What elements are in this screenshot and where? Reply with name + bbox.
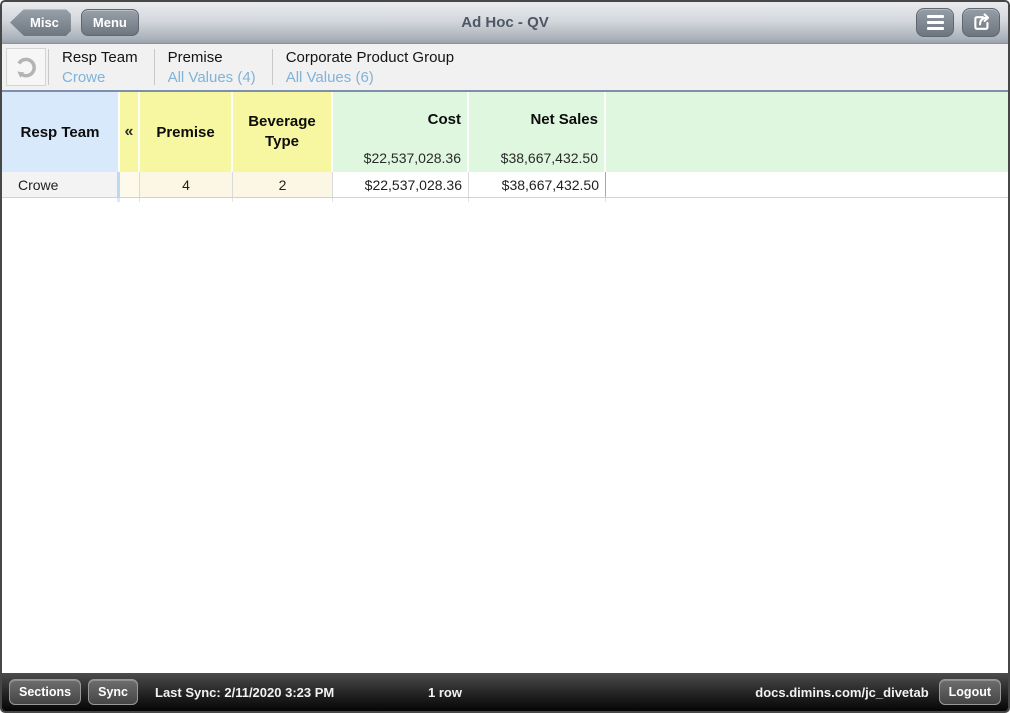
filter-value-link[interactable]: All Values (4): [168, 68, 256, 88]
column-header-resp-team[interactable]: Resp Team: [2, 92, 120, 172]
filter-premise[interactable]: Premise All Values (4): [155, 44, 272, 90]
sections-button[interactable]: Sections: [9, 679, 81, 706]
sync-button-label: Sync: [98, 685, 128, 699]
cost-total-value: $22,537,028.36: [364, 150, 461, 166]
top-toolbar: Misc Menu Ad Hoc - QV: [2, 2, 1008, 44]
filter-corporate-product-group[interactable]: Corporate Product Group All Values (6): [273, 44, 470, 90]
bottom-right-group: docs.dimins.com/jc_divetab Logout: [755, 679, 1001, 706]
table-header-row: Resp Team « Premise Beverage Type Cost $…: [2, 92, 1008, 172]
share-export-icon: [970, 11, 993, 34]
filter-label: Premise: [168, 48, 256, 68]
filter-value-link[interactable]: All Values (6): [286, 68, 454, 88]
page-title: Ad Hoc - QV: [2, 14, 1008, 31]
filter-bar: Resp Team Crowe Premise All Values (4) C…: [2, 44, 1008, 90]
hamburger-menu-icon: [927, 14, 944, 32]
misc-back-button-label: Misc: [30, 15, 59, 30]
bottom-status-bar: Sections Sync Last Sync: 2/11/2020 3:23 …: [2, 673, 1008, 711]
collapse-columns-button[interactable]: «: [120, 92, 140, 172]
refresh-button[interactable]: [6, 48, 46, 86]
column-header-premise[interactable]: Premise: [140, 92, 233, 172]
column-header-cost[interactable]: Cost $22,537,028.36: [333, 92, 469, 172]
misc-back-button[interactable]: Misc: [10, 9, 71, 36]
menu-button-label: Menu: [93, 15, 127, 30]
row-count: 1 row: [428, 685, 462, 700]
filter-value-link[interactable]: Crowe: [62, 68, 138, 88]
logout-button[interactable]: Logout: [939, 679, 1001, 706]
cell-premise: 4: [140, 172, 233, 197]
net-sales-total-value: $38,667,432.50: [501, 150, 598, 166]
logout-button-label: Logout: [949, 685, 991, 699]
column-header-net-sales-label: Net Sales: [530, 111, 598, 128]
column-header-net-sales[interactable]: Net Sales $38,667,432.50: [469, 92, 606, 172]
menu-button[interactable]: Menu: [81, 9, 139, 36]
cell-beverage-type: 2: [233, 172, 333, 197]
app-window: Misc Menu Ad Hoc - QV: [0, 0, 1010, 713]
server-url: docs.dimins.com/jc_divetab: [755, 685, 928, 700]
toolbar-right-group: [916, 8, 1000, 37]
cell-cost: $22,537,028.36: [333, 172, 469, 197]
cell-filler: [606, 172, 1008, 197]
sync-button[interactable]: Sync: [88, 679, 138, 706]
column-header-cost-label: Cost: [428, 111, 461, 128]
last-sync-status: Last Sync: 2/11/2020 3:23 PM: [155, 685, 334, 700]
cell-collapse-spacer: [120, 172, 140, 197]
data-table: Resp Team « Premise Beverage Type Cost $…: [2, 90, 1008, 202]
cell-net-sales: $38,667,432.50: [469, 172, 606, 197]
column-header-beverage-type[interactable]: Beverage Type: [233, 92, 333, 172]
refresh-icon: [12, 53, 40, 81]
sections-button-label: Sections: [19, 685, 71, 699]
filter-label: Corporate Product Group: [286, 48, 454, 68]
cell-resp-team: Crowe: [2, 172, 120, 197]
filter-resp-team[interactable]: Resp Team Crowe: [49, 44, 154, 90]
header-filler: [606, 92, 1008, 172]
table-partial-row: [2, 198, 1008, 202]
filter-label: Resp Team: [62, 48, 138, 68]
list-menu-button[interactable]: [916, 8, 954, 37]
share-export-button[interactable]: [962, 8, 1000, 37]
table-row[interactable]: Crowe 4 2 $22,537,028.36 $38,667,432.50: [2, 172, 1008, 198]
